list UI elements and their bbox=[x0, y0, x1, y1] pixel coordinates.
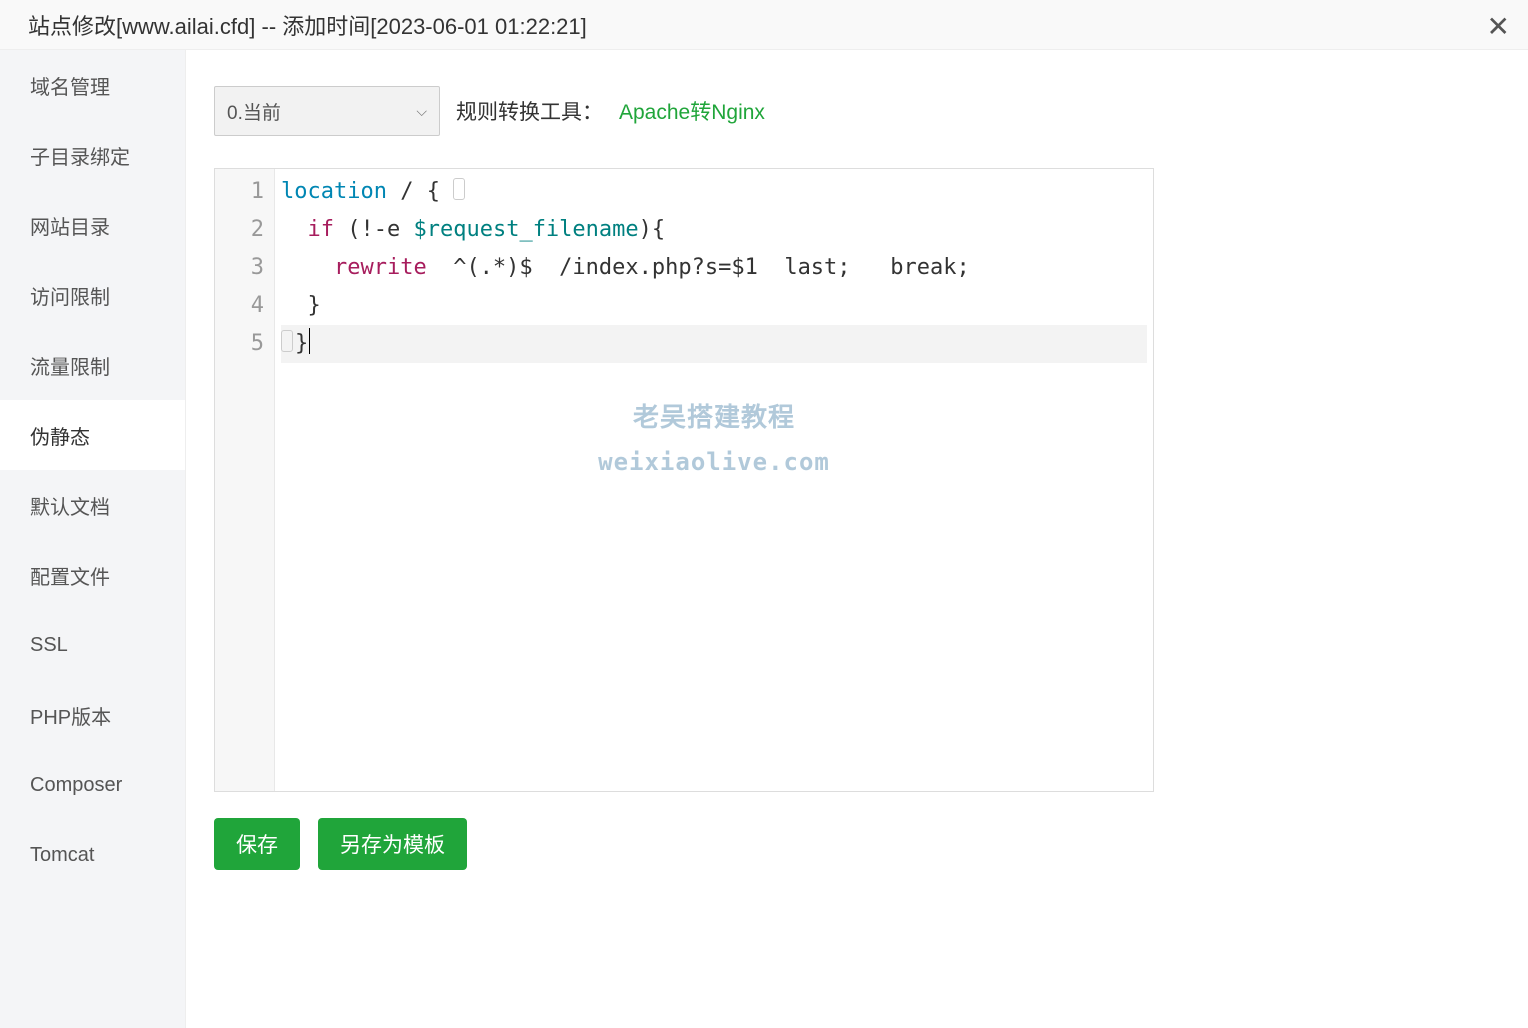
sidebar-item-access[interactable]: 访问限制 bbox=[0, 260, 185, 330]
code-line: rewrite ^(.*)$ /index.php?s=$1 last; bre… bbox=[281, 249, 1147, 287]
sidebar-item-ssl[interactable]: SSL bbox=[0, 610, 185, 680]
save-as-template-button[interactable]: 另存为模板 bbox=[318, 818, 467, 870]
sidebar-item-default-doc[interactable]: 默认文档 bbox=[0, 470, 185, 540]
code-line: } bbox=[281, 287, 1147, 325]
sidebar-item-composer[interactable]: Composer bbox=[0, 750, 185, 820]
toolbar: 0.当前 ⌵ 规则转换工具： Apache转Nginx bbox=[214, 86, 1500, 136]
sidebar-item-traffic[interactable]: 流量限制 bbox=[0, 330, 185, 400]
dialog-body: 域名管理 子目录绑定 网站目录 访问限制 流量限制 伪静态 默认文档 配置文件 … bbox=[0, 50, 1528, 1028]
sidebar-item-rewrite[interactable]: 伪静态 bbox=[0, 400, 185, 470]
convert-label: 规则转换工具： bbox=[456, 96, 603, 126]
dialog-title: 站点修改[www.ailai.cfd] -- 添加时间[2023-06-01 0… bbox=[28, 9, 587, 41]
sidebar-item-tomcat[interactable]: Tomcat bbox=[0, 820, 185, 890]
template-select[interactable]: 0.当前 ⌵ bbox=[214, 86, 440, 136]
template-select-value: 0.当前 bbox=[227, 98, 281, 125]
save-button[interactable]: 保存 bbox=[214, 818, 300, 870]
code-editor[interactable]: 1 2 3 4 5 location / { if (!-e $request_… bbox=[214, 168, 1154, 792]
code-line: location / { bbox=[281, 173, 1147, 211]
sidebar: 域名管理 子目录绑定 网站目录 访问限制 流量限制 伪静态 默认文档 配置文件 … bbox=[0, 50, 186, 1028]
chevron-down-icon: ⌵ bbox=[416, 103, 427, 120]
button-row: 保存 另存为模板 bbox=[214, 818, 1500, 870]
code-area[interactable]: location / { if (!-e $request_filename){… bbox=[275, 169, 1153, 791]
apache-to-nginx-link[interactable]: Apache转Nginx bbox=[619, 96, 765, 126]
code-line: if (!-e $request_filename){ bbox=[281, 211, 1147, 249]
watermark: 老吴搭建教程 weixiaolive.com bbox=[598, 399, 830, 481]
line-gutter: 1 2 3 4 5 bbox=[215, 169, 275, 791]
sidebar-item-config[interactable]: 配置文件 bbox=[0, 540, 185, 610]
close-icon[interactable]: ✕ bbox=[1487, 10, 1510, 43]
content-pane: 0.当前 ⌵ 规则转换工具： Apache转Nginx 1 2 3 4 5 lo… bbox=[186, 50, 1528, 1028]
sidebar-item-subdir[interactable]: 子目录绑定 bbox=[0, 120, 185, 190]
fold-icon[interactable] bbox=[281, 330, 293, 352]
code-line: } bbox=[281, 325, 1147, 363]
sidebar-item-domain[interactable]: 域名管理 bbox=[0, 50, 185, 120]
sidebar-item-php[interactable]: PHP版本 bbox=[0, 680, 185, 750]
fold-icon[interactable] bbox=[453, 178, 465, 200]
text-cursor bbox=[309, 328, 310, 354]
dialog-header: 站点修改[www.ailai.cfd] -- 添加时间[2023-06-01 0… bbox=[0, 0, 1528, 50]
sidebar-item-webroot[interactable]: 网站目录 bbox=[0, 190, 185, 260]
